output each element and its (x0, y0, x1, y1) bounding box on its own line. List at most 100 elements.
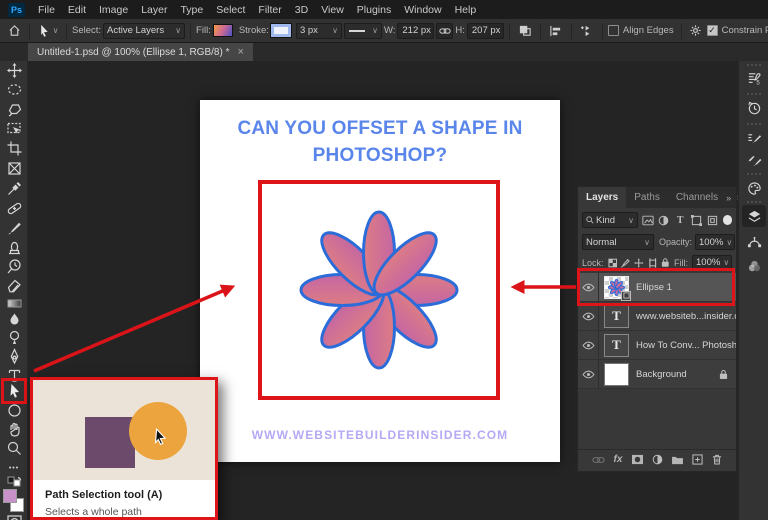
filter-kind-dropdown[interactable]: Kind ∨ (582, 212, 638, 228)
quick-mask-mode-button[interactable] (5, 513, 23, 520)
document-tab[interactable]: Untitled-1.psd @ 100% (Ellipse 1, RGB/8)… (28, 43, 253, 61)
menu-filter[interactable]: Filter (258, 4, 281, 16)
layer-thumbnail[interactable] (604, 363, 629, 386)
blend-mode-dropdown[interactable]: Normal ∨ (582, 234, 654, 250)
clipboard-panel-button[interactable]: 5 (742, 67, 766, 89)
history-brush-tool[interactable] (5, 257, 23, 275)
filter-shape-layers-button[interactable] (690, 214, 703, 227)
adjustment-layer-button[interactable] (652, 454, 663, 465)
link-layers-button[interactable] (592, 456, 605, 464)
filter-smart-objects-button[interactable] (706, 214, 719, 227)
blur-tool[interactable] (5, 310, 23, 328)
path-alignment-button[interactable] (546, 25, 566, 37)
dock-handle[interactable] (747, 201, 761, 203)
home-button[interactable] (4, 24, 24, 37)
artboard[interactable]: CAN YOU OFFSET A SHAPE IN PHOTOSHOP? (200, 100, 560, 462)
visibility-toggle[interactable] (578, 360, 599, 388)
frame-tool[interactable] (5, 159, 23, 177)
visibility-toggle[interactable] (578, 331, 599, 359)
healing-brush-tool[interactable] (5, 199, 23, 217)
brushes-panel-button[interactable] (742, 149, 766, 171)
brush-settings-panel-button[interactable] (742, 127, 766, 149)
dock-handle[interactable] (747, 173, 761, 175)
layer-row-ellipse-1[interactable]: Ellipse 1 (578, 273, 736, 302)
history-panel-button[interactable] (742, 97, 766, 119)
filter-type-layers-button[interactable]: T (674, 214, 687, 227)
lock-position-icon[interactable] (634, 258, 643, 268)
path-selection-tool[interactable] (5, 382, 23, 400)
lock-pixels-icon[interactable] (621, 258, 630, 268)
paths-panel-button[interactable] (742, 231, 766, 253)
constrain-path-dragging-checkbox[interactable]: ✓ (707, 25, 718, 36)
new-group-button[interactable] (671, 455, 684, 465)
menu-edit[interactable]: Edit (68, 4, 86, 16)
brush-tool[interactable] (5, 219, 23, 237)
menu-view[interactable]: View (321, 4, 344, 16)
add-mask-button[interactable] (631, 454, 644, 465)
opacity-dropdown[interactable]: 100% ∨ (695, 234, 735, 250)
delete-layer-button[interactable] (712, 454, 722, 465)
layers-panel-button[interactable] (742, 205, 766, 227)
foreground-color-swatch[interactable] (3, 489, 17, 503)
layer-row-heading-text[interactable]: T How To Conv... Photoshop? (578, 331, 736, 360)
align-edges-checkbox[interactable] (608, 25, 619, 36)
close-icon[interactable]: × (237, 46, 243, 58)
fill-swatch[interactable] (213, 24, 233, 37)
marquee-tool[interactable] (5, 80, 23, 98)
stroke-style-dropdown[interactable]: ∨ (344, 23, 382, 39)
path-arrangement-button[interactable] (577, 24, 597, 37)
dock-handle[interactable] (747, 123, 761, 125)
path-operations-button[interactable] (515, 24, 535, 37)
menu-window[interactable]: Window (404, 4, 441, 16)
dock-handle[interactable] (747, 93, 761, 95)
tab-paths[interactable]: Paths (626, 187, 668, 208)
tab-layers[interactable]: Layers (578, 187, 626, 208)
shape-tool[interactable] (5, 401, 23, 419)
panel-overflow-icon[interactable]: » (726, 193, 731, 203)
eyedropper-tool[interactable] (5, 179, 23, 197)
layer-thumbnail[interactable]: T (604, 334, 629, 357)
tab-channels[interactable]: Channels (668, 187, 726, 208)
dock-handle[interactable] (747, 64, 761, 66)
color-panel-button[interactable] (742, 255, 766, 277)
lock-all-icon[interactable] (661, 257, 670, 268)
clone-stamp-tool[interactable] (5, 238, 23, 256)
layer-thumbnail[interactable]: T (604, 305, 629, 328)
dodge-tool[interactable] (5, 328, 23, 346)
hand-tool[interactable] (5, 420, 23, 438)
object-selection-tool[interactable] (5, 119, 23, 137)
layer-thumbnail[interactable] (604, 276, 629, 299)
new-layer-button[interactable] (692, 454, 703, 465)
tool-settings-button[interactable] (687, 24, 705, 37)
tool-preset-button[interactable]: ∨ (35, 24, 61, 37)
height-input[interactable]: 207 px (467, 23, 504, 39)
menu-layer[interactable]: Layer (141, 4, 167, 16)
filter-pixel-layers-button[interactable] (641, 214, 654, 227)
stroke-width-dropdown[interactable]: 3 px ∨ (296, 23, 342, 39)
swatches-panel-button[interactable] (742, 177, 766, 199)
flower-shape[interactable] (262, 184, 496, 396)
layer-row-background[interactable]: Background (578, 360, 736, 389)
menu-help[interactable]: Help (455, 4, 477, 16)
link-dimensions-button[interactable] (436, 23, 453, 39)
width-input[interactable]: 212 px (397, 23, 434, 39)
lock-artboard-icon[interactable] (648, 258, 657, 268)
filter-toggle[interactable] (723, 215, 733, 225)
zoom-tool[interactable] (5, 439, 23, 457)
menu-type[interactable]: Type (180, 4, 203, 16)
layer-row-url-text[interactable]: T www.websiteb...insider.com (578, 302, 736, 331)
layer-style-button[interactable]: fx (614, 454, 623, 465)
menu-select[interactable]: Select (216, 4, 245, 16)
menu-3d[interactable]: 3D (295, 4, 308, 16)
move-tool[interactable] (5, 61, 23, 79)
lasso-tool[interactable] (5, 100, 23, 118)
menu-image[interactable]: Image (99, 4, 128, 16)
crop-tool[interactable] (5, 139, 23, 157)
menu-file[interactable]: File (38, 4, 55, 16)
visibility-toggle[interactable] (578, 302, 599, 330)
lock-transparency-icon[interactable] (608, 258, 617, 268)
visibility-toggle[interactable] (578, 273, 599, 301)
filter-adjustment-layers-button[interactable] (657, 214, 670, 227)
pen-tool[interactable] (5, 347, 23, 365)
eraser-tool[interactable] (5, 276, 23, 294)
